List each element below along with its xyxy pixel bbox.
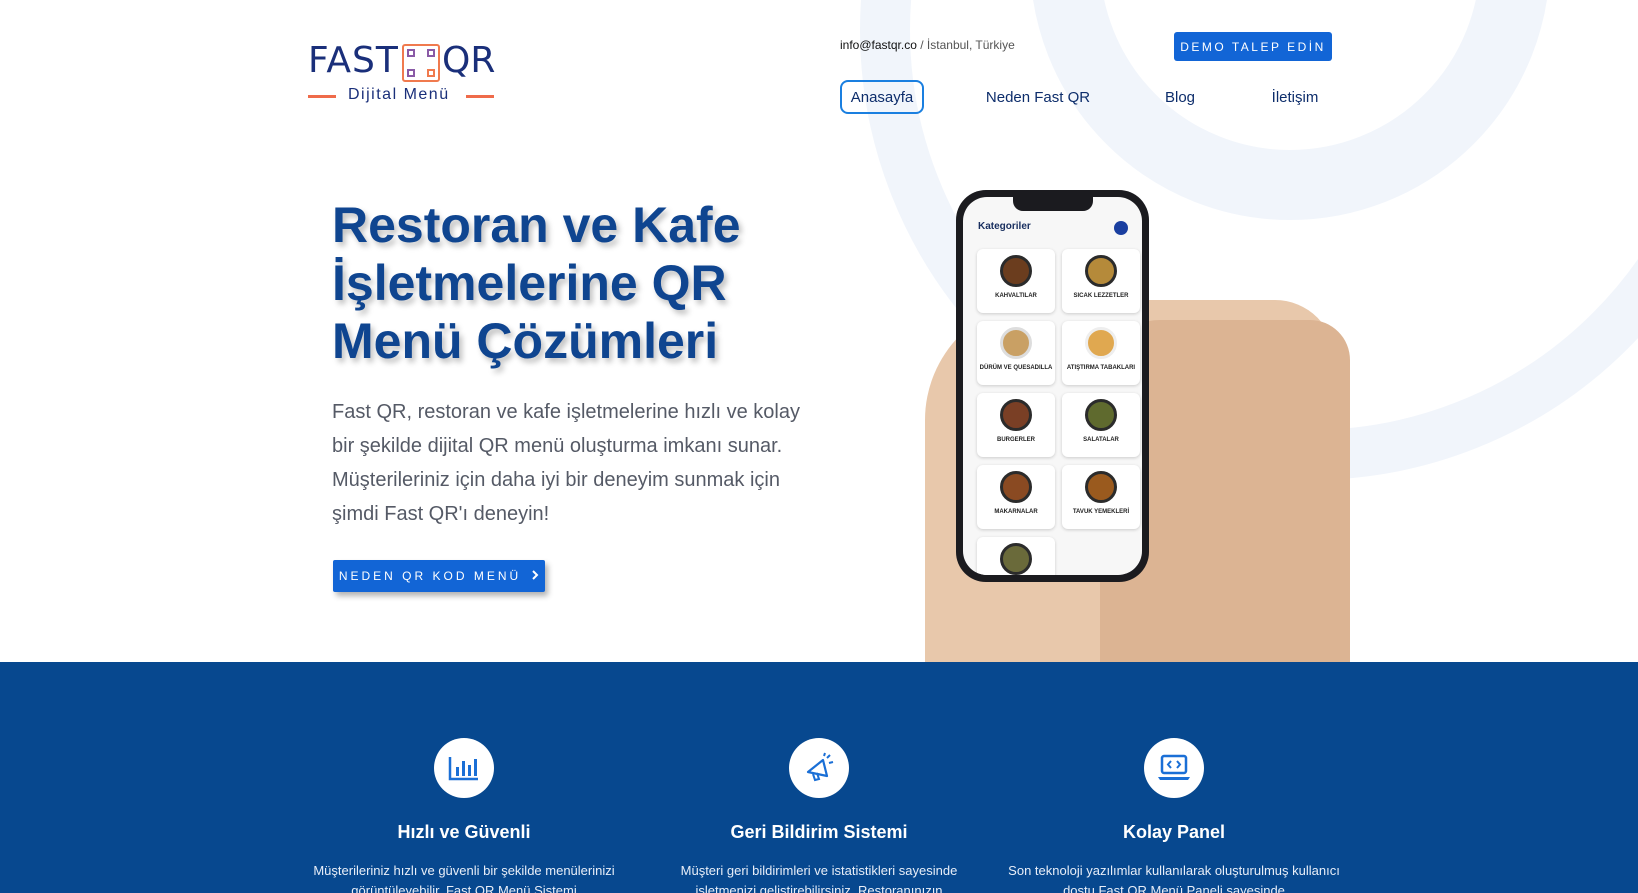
phone-screen: Kategoriler KAHVALTILAR SICAK LEZZETLER …	[963, 197, 1142, 575]
category-card	[977, 537, 1055, 575]
category-label: ATIŞTIRMA TABAKLARI	[1066, 365, 1136, 371]
laptop-code-icon	[1144, 738, 1204, 798]
feature-title: Kolay Panel	[1122, 822, 1226, 842]
nav-contact[interactable]: İletişim	[1262, 80, 1328, 114]
email-link[interactable]: info@fastqr.co	[840, 38, 917, 52]
food-image-icon	[1085, 399, 1117, 431]
nav-blog[interactable]: Blog	[1152, 80, 1208, 114]
nav-why-fast-qr[interactable]: Neden Fast QR	[980, 80, 1096, 114]
phone-notch	[1012, 197, 1093, 211]
menu-icon	[1114, 221, 1128, 235]
feature-title: Geri Bildirim Sistemi	[730, 822, 908, 842]
category-label: TAVUK YEMEKLERİ	[1072, 509, 1130, 515]
feature-card: Geri Bildirim Sistemi Müşteri geri bildi…	[649, 662, 989, 893]
logo-word-qr: QR	[442, 40, 496, 81]
chart-icon	[434, 738, 494, 798]
hero-description: Fast QR, restoran ve kafe işletmelerine …	[332, 401, 800, 525]
food-image-icon	[1085, 255, 1117, 287]
demo-request-button[interactable]: DEMO TALEP EDİN	[1174, 32, 1332, 61]
category-card: SALATALAR	[1062, 393, 1140, 457]
category-label: MAKARNALAR	[994, 509, 1038, 515]
phone-mockup: Kategoriler KAHVALTILAR SICAK LEZZETLER …	[956, 190, 1149, 582]
category-label: SALATALAR	[1083, 437, 1119, 443]
feature-text: Müşteri geri bildirimleri ve istatistikl…	[680, 863, 958, 893]
category-label: DÜRÜM VE QUESADILLA	[979, 365, 1053, 371]
categories-title: Kategoriler	[978, 221, 1031, 232]
category-card: MAKARNALAR	[977, 465, 1055, 529]
category-card: TAVUK YEMEKLERİ	[1062, 465, 1140, 529]
category-card: SICAK LEZZETLER	[1062, 249, 1140, 313]
food-image-icon	[1000, 543, 1032, 575]
contact-info: info@fastqr.co / İstanbul, Türkiye	[840, 38, 1015, 52]
main-nav: Anasayfa Neden Fast QR Blog İletişim	[0, 80, 1638, 114]
category-card: DÜRÜM VE QUESADILLA	[977, 321, 1055, 385]
food-image-icon	[1000, 255, 1032, 287]
features-section: Hızlı ve Güvenli Müşterileriniz hızlı ve…	[0, 662, 1638, 893]
qr-logo-icon	[402, 44, 440, 82]
category-card: ATIŞTIRMA TABAKLARI	[1062, 321, 1140, 385]
chevron-right-icon	[531, 569, 539, 583]
why-qr-menu-label: NEDEN QR KOD MENÜ	[338, 569, 522, 583]
food-image-icon	[1085, 327, 1117, 359]
food-image-icon	[1000, 471, 1032, 503]
nav-home[interactable]: Anasayfa	[840, 80, 924, 114]
category-label: BURGERLER	[996, 437, 1035, 443]
feature-card: Hızlı ve Güvenli Müşterileriniz hızlı ve…	[294, 662, 634, 893]
feature-card: Kolay Panel Son teknoloji yazılımlar kul…	[1004, 662, 1344, 893]
contact-separator: /	[920, 38, 924, 52]
why-qr-menu-button[interactable]: NEDEN QR KOD MENÜ	[333, 560, 545, 592]
category-card: BURGERLER	[977, 393, 1055, 457]
feature-title: Hızlı ve Güvenli	[397, 822, 531, 842]
category-label: KAHVALTILAR	[995, 293, 1037, 299]
logo-word-fast: FAST	[308, 40, 399, 81]
category-card: KAHVALTILAR	[977, 249, 1055, 313]
hero-title: Restoran ve Kafe İşletmelerine QR Menü Ç…	[332, 197, 741, 369]
location-text: İstanbul, Türkiye	[926, 38, 1015, 52]
feature-text: Müşterileriniz hızlı ve güvenli bir şeki…	[313, 863, 615, 893]
category-label: SICAK LEZZETLER	[1073, 293, 1129, 299]
food-image-icon	[1000, 327, 1032, 359]
food-image-icon	[1085, 471, 1117, 503]
food-image-icon	[1000, 399, 1032, 431]
feature-text: Son teknoloji yazılımlar kullanılarak ol…	[1008, 863, 1340, 893]
megaphone-icon	[789, 738, 849, 798]
